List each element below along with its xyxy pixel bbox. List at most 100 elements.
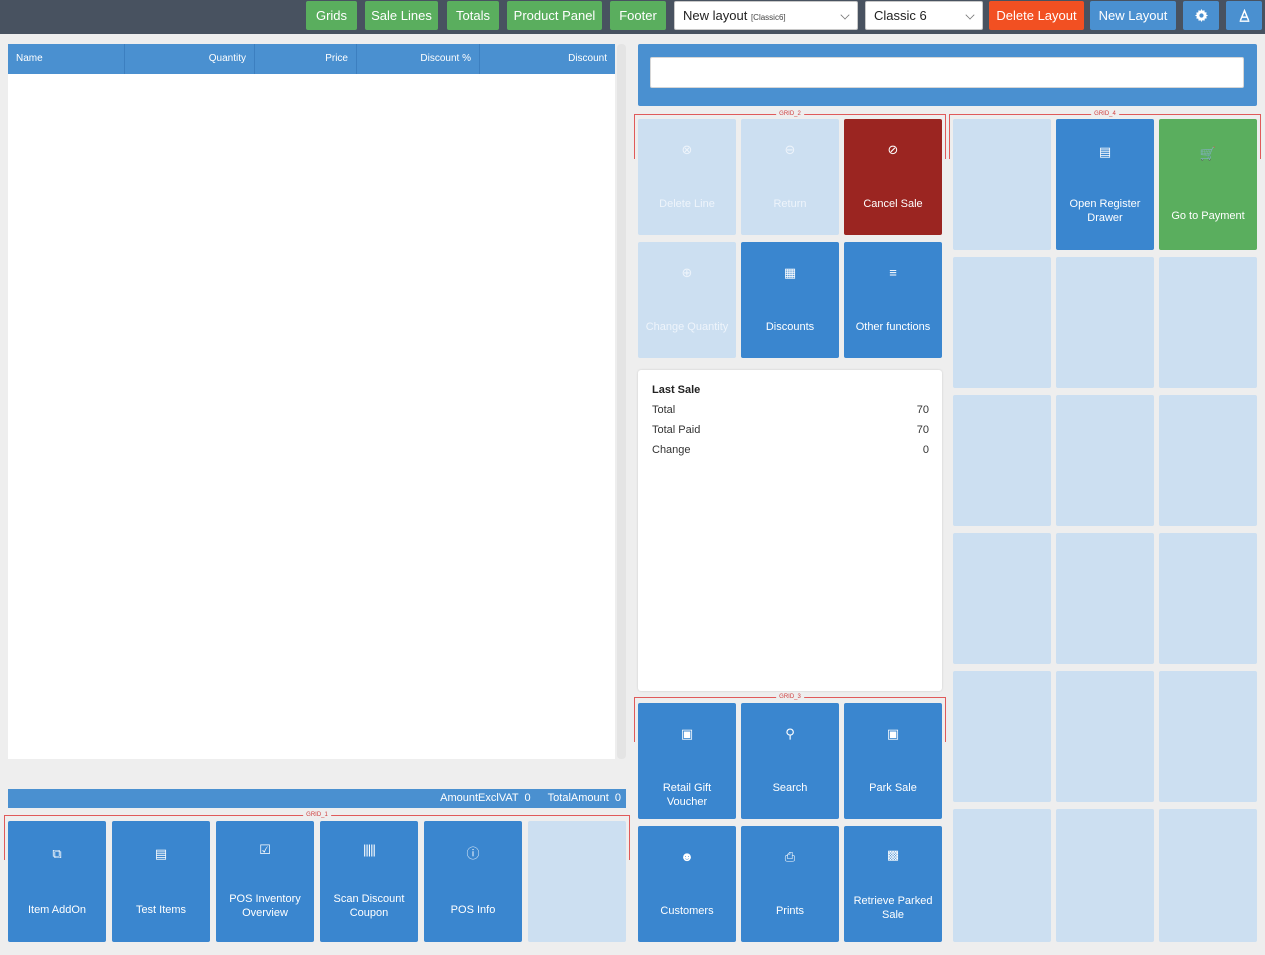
empty-tile: [953, 119, 1051, 250]
theme-select-value: Classic 6: [874, 8, 927, 23]
empty-tile: [953, 533, 1051, 664]
prints-label: Prints: [775, 905, 805, 917]
sale-lines-panel[interactable]: Name Quantity Price Discount % Discount: [8, 44, 615, 759]
column-header-quantity[interactable]: Quantity: [125, 44, 255, 74]
copy-icon: ⧉: [52, 846, 62, 861]
last-sale-title: Last Sale: [652, 384, 701, 396]
last-sale-row-total-paid: Total Paid 70: [652, 424, 929, 436]
scan-discount-coupon-label: Scan Discount Coupon: [333, 893, 405, 919]
product-panel-button[interactable]: Product Panel: [507, 1, 602, 30]
last-sale-panel: Last Sale Total 70 Total Paid 70 Change 0: [638, 370, 942, 691]
print-icon: ⎙: [784, 849, 796, 864]
open-register-drawer-label: Open Register Drawer: [1069, 198, 1141, 224]
eraser-icon: [1239, 8, 1249, 22]
grid-3-label: GRID_3: [776, 692, 804, 702]
ban-icon: ⊘: [887, 142, 899, 157]
empty-tile: [953, 671, 1051, 802]
grid-1-label: GRID_1: [303, 810, 331, 820]
search-icon: ⚲: [785, 726, 795, 741]
sale-lines-header: Name Quantity Price Discount % Discount: [8, 44, 615, 74]
park-sale-button[interactable]: ▣ Park Sale: [844, 703, 942, 819]
test-items-button[interactable]: ▤ Test Items: [112, 821, 210, 942]
briefcase-icon: ▩: [886, 847, 900, 862]
totals-button[interactable]: Totals: [447, 1, 499, 30]
other-functions-button[interactable]: ≡ Other functions: [844, 242, 942, 358]
grids-button[interactable]: Grids: [306, 1, 357, 30]
theme-select[interactable]: Classic 6: [865, 1, 983, 30]
total-amount: TotalAmount 0: [547, 792, 621, 804]
retail-gift-voucher-button[interactable]: ▣ Retail Gift Voucher: [638, 703, 736, 819]
discounts-label: Discounts: [765, 321, 815, 333]
column-header-discount[interactable]: Discount: [480, 44, 615, 74]
chevron-down-icon: [965, 10, 975, 20]
return-label: Return: [773, 198, 807, 210]
search-panel: [638, 44, 1257, 106]
sale-lines-button[interactable]: Sale Lines: [365, 1, 438, 30]
pos-inventory-overview-button[interactable]: ☑ POS Inventory Overview: [216, 821, 314, 942]
delete-line-label: Delete Line: [659, 198, 715, 210]
customers-button[interactable]: ☻ Customers: [638, 826, 736, 942]
cancel-sale-label: Cancel Sale: [863, 198, 923, 210]
empty-tile: [953, 809, 1051, 942]
chevron-down-icon: [840, 10, 850, 20]
footer-button[interactable]: Footer: [610, 1, 666, 30]
search-label: Search: [772, 782, 808, 794]
cart-icon: 🛒: [1199, 146, 1217, 161]
column-header-name[interactable]: Name: [8, 44, 125, 74]
customers-label: Customers: [660, 905, 714, 917]
delete-layout-button[interactable]: Delete Layout: [989, 1, 1084, 30]
retrieve-parked-sale-button[interactable]: ▩ Retrieve Parked Sale: [844, 826, 942, 942]
open-register-drawer-button[interactable]: ▤ Open Register Drawer: [1056, 119, 1154, 250]
go-to-payment-button[interactable]: 🛒 Go to Payment: [1159, 119, 1257, 250]
check-square-icon: ☑: [259, 842, 271, 857]
search-button[interactable]: ⚲ Search: [741, 703, 839, 819]
empty-tile: [953, 257, 1051, 388]
gear-icon: [1194, 9, 1208, 22]
test-items-label: Test Items: [135, 904, 187, 916]
top-toolbar: Grids Sale Lines Totals Product Panel Fo…: [0, 0, 1265, 34]
item-addon-button[interactable]: ⧉ Item AddOn: [8, 821, 106, 942]
retrieve-parked-sale-label: Retrieve Parked Sale: [853, 895, 933, 921]
empty-tile: [528, 821, 626, 942]
pos-info-button[interactable]: ⓘ POS Info: [424, 821, 522, 942]
settings-button[interactable]: [1183, 1, 1219, 30]
empty-tile: [1056, 533, 1154, 664]
prints-button[interactable]: ⎙ Prints: [741, 826, 839, 942]
info-icon: ⓘ: [466, 846, 480, 861]
discounts-button[interactable]: ▦ Discounts: [741, 242, 839, 358]
pos-info-label: POS Info: [450, 904, 496, 916]
empty-tile: [1159, 671, 1257, 802]
search-input[interactable]: [650, 57, 1244, 88]
layout-select[interactable]: New layout [Classic6]: [674, 1, 858, 30]
change-quantity-button[interactable]: ⊕ Change Quantity: [638, 242, 736, 358]
empty-tile: [1056, 257, 1154, 388]
menu-icon: ≡: [889, 265, 897, 280]
empty-tile: [1159, 533, 1257, 664]
save-icon: ▣: [886, 726, 900, 741]
delete-line-button[interactable]: ⊗ Delete Line: [638, 119, 736, 235]
layout-select-sub: [Classic6]: [750, 13, 786, 22]
calculator-icon: ▦: [783, 265, 797, 280]
empty-tile: [1159, 395, 1257, 526]
scan-discount-coupon-button[interactable]: ||||| Scan Discount Coupon: [320, 821, 418, 942]
totals-bar: AmountExclVAT 0 TotalAmount 0: [8, 789, 626, 808]
go-to-payment-label: Go to Payment: [1171, 210, 1245, 222]
clear-button[interactable]: [1226, 1, 1262, 30]
item-addon-label: Item AddOn: [27, 904, 87, 916]
park-sale-label: Park Sale: [869, 782, 917, 794]
scroll-icon: ▤: [154, 846, 168, 861]
last-sale-row-change: Change 0: [652, 444, 929, 456]
other-functions-label: Other functions: [855, 321, 931, 333]
empty-tile: [1056, 671, 1154, 802]
column-header-price[interactable]: Price: [255, 44, 357, 74]
column-header-discount-pct[interactable]: Discount %: [357, 44, 480, 74]
retail-gift-voucher-label: Retail Gift Voucher: [662, 782, 712, 808]
empty-tile: [1056, 395, 1154, 526]
new-layout-button[interactable]: New Layout: [1090, 1, 1176, 30]
cancel-sale-button[interactable]: ⊘ Cancel Sale: [844, 119, 942, 235]
pos-inventory-overview-label: POS Inventory Overview: [229, 893, 301, 919]
grid-4-label: GRID_4: [1091, 109, 1119, 119]
return-button[interactable]: ⊖ Return: [741, 119, 839, 235]
minus-circle-icon: ⊖: [784, 142, 796, 157]
sale-lines-scrollbar[interactable]: [617, 44, 626, 759]
